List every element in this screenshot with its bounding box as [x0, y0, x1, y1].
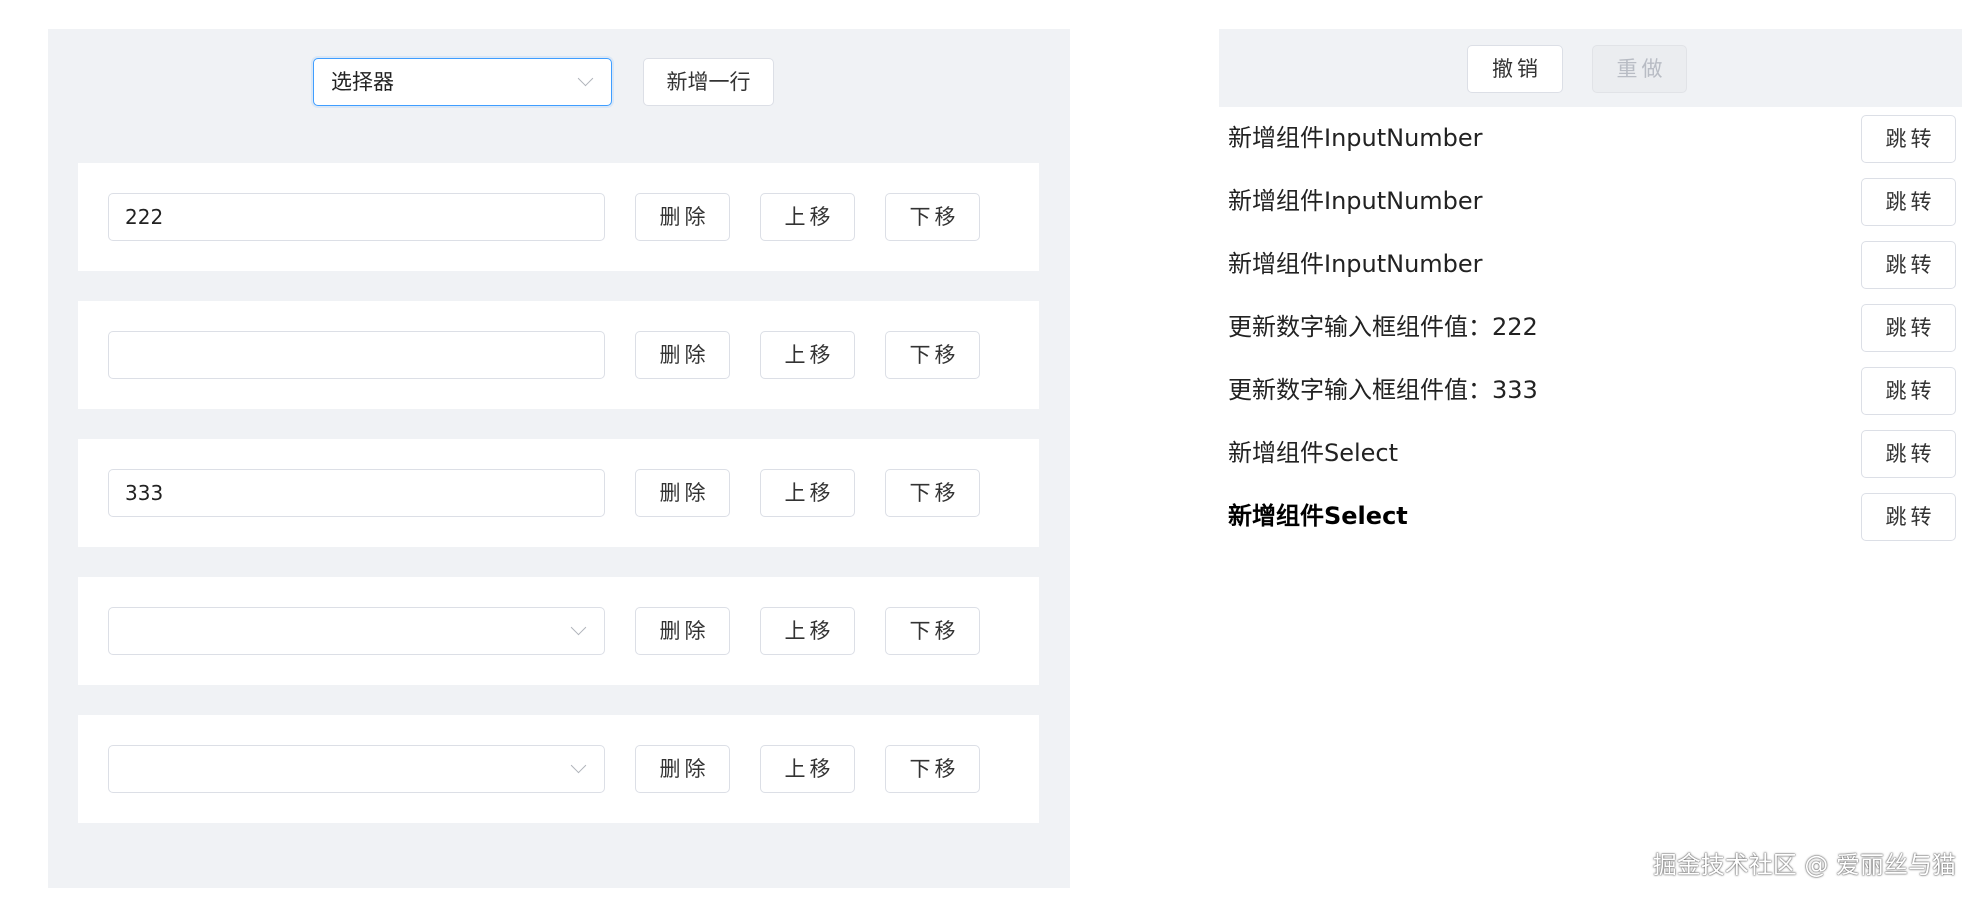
form-row: 删除 上移 下移 [78, 301, 1039, 409]
watermark: 掘金技术社区 @ 爱丽丝与猫 [1652, 851, 1956, 879]
history-item: 新增组件InputNumber 跳转 [1219, 107, 1962, 170]
history-item-text: 更新数字输入框组件值：222 [1228, 313, 1538, 341]
delete-row-button[interactable]: 删除 [635, 607, 730, 655]
redo-button[interactable]: 重做 [1592, 45, 1687, 93]
move-up-button[interactable]: 上移 [760, 331, 855, 379]
delete-row-button[interactable]: 删除 [635, 193, 730, 241]
component-type-select[interactable]: 选择器 [313, 58, 612, 106]
history-toolbar: 撤销 重做 [1219, 29, 1962, 107]
move-down-button[interactable]: 下移 [885, 607, 980, 655]
undo-button[interactable]: 撤销 [1467, 45, 1563, 93]
move-down-button[interactable]: 下移 [885, 193, 980, 241]
component-type-select-value: 选择器 [331, 70, 394, 94]
delete-row-button[interactable]: 删除 [635, 331, 730, 379]
move-down-button[interactable]: 下移 [885, 469, 980, 517]
chevron-down-icon [570, 619, 587, 636]
move-up-button[interactable]: 上移 [760, 607, 855, 655]
jump-button[interactable]: 跳转 [1861, 241, 1956, 289]
jump-button[interactable]: 跳转 [1861, 115, 1956, 163]
move-up-button[interactable]: 上移 [760, 193, 855, 241]
select-input[interactable] [108, 745, 605, 793]
number-input-field[interactable] [109, 470, 604, 516]
history-item: 新增组件Select 跳转 [1219, 422, 1962, 485]
number-input[interactable] [108, 331, 605, 379]
number-input-field[interactable] [109, 332, 604, 378]
history-item: 新增组件InputNumber 跳转 [1219, 170, 1962, 233]
history-item-text: 新增组件Select [1228, 439, 1399, 467]
jump-button[interactable]: 跳转 [1861, 304, 1956, 352]
jump-button[interactable]: 跳转 [1861, 430, 1956, 478]
move-down-button[interactable]: 下移 [885, 745, 980, 793]
history-item: 更新数字输入框组件值：333 跳转 [1219, 359, 1962, 422]
editor-panel: 选择器 新增一行 删除 上移 下移 删除 上移 下移 删除 上移 下移 [48, 29, 1070, 888]
number-input[interactable] [108, 469, 605, 517]
delete-row-button[interactable]: 删除 [635, 469, 730, 517]
delete-row-button[interactable]: 删除 [635, 745, 730, 793]
chevron-down-icon [570, 757, 587, 774]
history-item: 新增组件InputNumber 跳转 [1219, 233, 1962, 296]
form-row: 删除 上移 下移 [78, 439, 1039, 547]
number-input-field[interactable] [109, 194, 604, 240]
form-row: 删除 上移 下移 [78, 577, 1039, 685]
history-item-text: 新增组件InputNumber [1228, 124, 1483, 152]
form-row: 删除 上移 下移 [78, 715, 1039, 823]
history-item-text: 新增组件Select [1228, 502, 1408, 530]
history-item-text: 新增组件InputNumber [1228, 187, 1483, 215]
form-row: 删除 上移 下移 [78, 163, 1039, 271]
move-up-button[interactable]: 上移 [760, 745, 855, 793]
history-item-text: 新增组件InputNumber [1228, 250, 1483, 278]
move-down-button[interactable]: 下移 [885, 331, 980, 379]
chevron-down-icon [577, 70, 594, 87]
jump-button[interactable]: 跳转 [1861, 493, 1956, 541]
history-item: 更新数字输入框组件值：222 跳转 [1219, 296, 1962, 359]
jump-button[interactable]: 跳转 [1861, 178, 1956, 226]
move-up-button[interactable]: 上移 [760, 469, 855, 517]
jump-button[interactable]: 跳转 [1861, 367, 1956, 415]
history-item-text: 更新数字输入框组件值：333 [1228, 376, 1538, 404]
select-input[interactable] [108, 607, 605, 655]
number-input[interactable] [108, 193, 605, 241]
add-row-button[interactable]: 新增一行 [643, 58, 774, 106]
history-item-current: 新增组件Select 跳转 [1219, 485, 1962, 548]
editor-toolbar: 选择器 新增一行 [48, 58, 1070, 107]
